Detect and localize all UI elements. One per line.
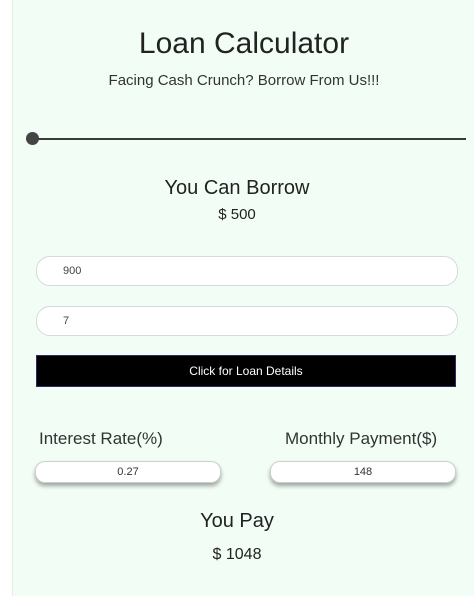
borrow-slider-track[interactable] [26,138,466,140]
borrow-amount: $ 500 [218,206,256,223]
loan-months-input[interactable] [36,306,458,336]
borrow-slider-thumb[interactable] [26,132,39,145]
loan-details-button[interactable]: Click for Loan Details [36,355,456,387]
loan-amount-input[interactable] [36,256,458,286]
calculator-panel: Loan Calculator Facing Cash Crunch? Borr… [12,0,474,596]
page-subtitle: Facing Cash Crunch? Borrow From Us!!! [108,72,380,89]
interest-rate-label: Interest Rate(%) [39,429,163,448]
page-title: Loan Calculator [138,27,350,60]
interest-rate-value: 0.27 [35,461,221,483]
total-pay-label: You Pay [200,510,274,532]
borrow-label: You Can Borrow [164,177,310,199]
monthly-payment-value: 148 [270,461,456,483]
total-pay-amount: $ 1048 [212,546,262,563]
monthly-payment-label: Monthly Payment($) [285,429,438,448]
